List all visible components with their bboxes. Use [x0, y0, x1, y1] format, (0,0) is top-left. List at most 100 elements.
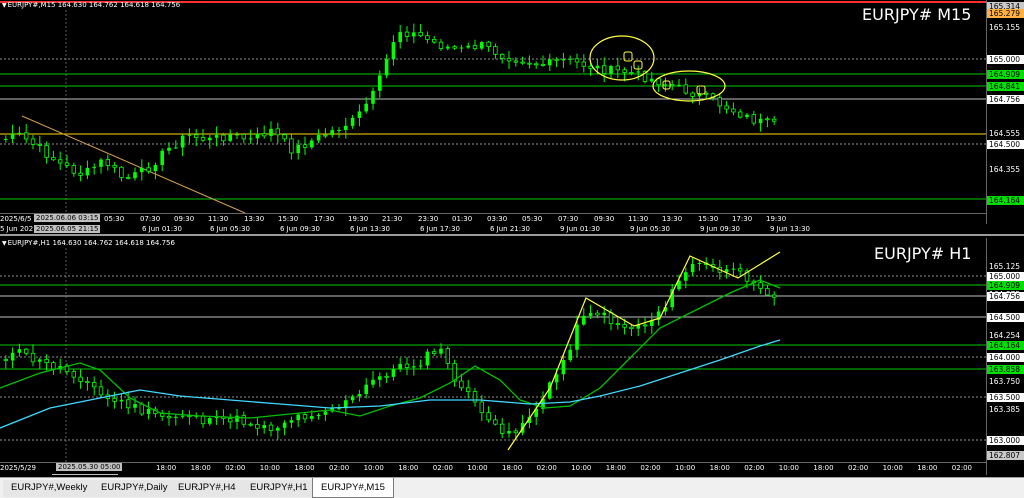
candle-body — [261, 133, 267, 137]
candle-body — [296, 144, 300, 153]
annotation-box — [623, 51, 633, 62]
candle-body — [357, 111, 362, 118]
candle-body — [139, 403, 144, 415]
candle-body — [296, 414, 300, 421]
candle-body — [465, 387, 471, 392]
chart-pane-m15[interactable]: ▼EURJPY#,M15 164.630 164.762 164.618 164… — [0, 0, 1024, 236]
candle-body — [540, 64, 546, 66]
price-level-label: 164.000 — [987, 353, 1024, 362]
time-tick-label: 07:30 — [140, 215, 161, 223]
time-tick-label: 05:30 — [104, 215, 125, 223]
time-scale[interactable]: 2025/5/29 18:00 2025.05.30 05:00 18:00 02:00… — [0, 462, 986, 475]
candle-body — [731, 268, 736, 270]
candle-body — [378, 376, 382, 380]
time-tick-label: 07:30 — [558, 215, 579, 223]
price-chart-m15[interactable] — [0, 0, 986, 224]
price-level-label: 165.155 — [989, 23, 1021, 32]
candle-body — [554, 58, 559, 61]
candle-body — [561, 59, 566, 61]
candle-body — [4, 138, 8, 140]
candle-body — [208, 137, 212, 141]
chart-ohlc-values: 164.630 164.762 164.618 164.756 — [52, 239, 175, 247]
price-level-label: 163.858 — [987, 365, 1024, 374]
time-tick-label: 2025.06.05 21:15 — [34, 225, 101, 233]
candle-body — [44, 359, 49, 364]
date-tick-label: 6 Jun 09:30 — [280, 225, 321, 233]
time-tick-label: 02:00 — [744, 464, 765, 472]
time-tick-label: 2025/6/5 — [0, 215, 32, 223]
candle-body — [140, 167, 144, 173]
collapse-triangle-icon[interactable]: ▼ — [2, 2, 7, 9]
candle-body — [174, 147, 178, 149]
price-scale[interactable]: 165.125165.000164.909164.875164.756164.5… — [986, 238, 1024, 475]
price-level-label: 163.750 — [989, 377, 1021, 386]
candle-body — [548, 59, 552, 66]
price-level-label: 165.000 — [987, 55, 1024, 64]
candle-body — [302, 414, 308, 420]
chart-ohlc-values: 164.630 164.762 164.618 164.756 — [57, 1, 181, 9]
moving-average-slow — [0, 339, 781, 429]
time-scale[interactable]: 2025/6/5 2025.06.06 03:15 2025.06.05 21:15… — [0, 213, 986, 234]
candle-body — [745, 114, 749, 118]
chart-pane-h1[interactable]: ▼EURJPY#,H1 164.630 164.762 164.618 164.… — [0, 238, 1024, 475]
chart-tab-eurjpy-daily[interactable]: EURJPY#,Daily — [93, 480, 177, 497]
candle-body — [493, 419, 498, 425]
candle-body — [17, 349, 22, 353]
candle-body — [92, 382, 97, 388]
time-tick-label: 23:30 — [418, 215, 439, 223]
chart-watermark: EURJPY# H1 — [874, 244, 972, 263]
candle-body — [418, 365, 423, 367]
candle-body — [717, 97, 722, 107]
candle-body — [133, 172, 137, 179]
candle-body — [193, 134, 199, 138]
price-level-label: 164.500 — [987, 140, 1024, 149]
candle-body — [364, 103, 368, 112]
candle-body — [506, 57, 512, 62]
chart-tab-eurjpy-weekly[interactable]: EURJPY#,Weekly — [3, 480, 97, 497]
chart-header-m15: ▼EURJPY#,M15 164.630 164.762 164.618 164… — [2, 1, 180, 9]
candle-body — [472, 45, 478, 49]
candle-body — [418, 32, 423, 37]
candle-body — [765, 118, 770, 121]
time-tick-label: 02:00 — [225, 464, 246, 472]
candle-body — [438, 41, 444, 49]
candle-body — [391, 368, 396, 377]
candle-body — [58, 159, 63, 164]
candle-body — [371, 379, 375, 385]
candle-body — [568, 349, 572, 361]
candle-body — [241, 415, 246, 425]
candle-body — [758, 282, 763, 289]
time-tick-label: 18:00 — [190, 464, 211, 472]
price-level-label: 164.164 — [987, 341, 1024, 350]
candle-body — [167, 147, 171, 151]
date-tick-label: 2025.05.29 23:00 — [52, 474, 119, 475]
candle-body — [452, 46, 457, 49]
candle-body — [364, 384, 368, 394]
time-tick-label: 10:00 — [571, 464, 592, 472]
price-level-label: 164.756 — [987, 292, 1024, 301]
candle-body — [751, 114, 756, 124]
candle-body — [78, 172, 83, 176]
collapse-triangle-icon[interactable]: ▼ — [2, 240, 7, 247]
candle-body — [10, 352, 15, 361]
candle-body — [575, 324, 579, 350]
candle-body — [235, 415, 239, 422]
candle-body — [153, 164, 158, 172]
candle-body — [323, 411, 328, 415]
date-tick-label: 6 Jun 01:30 — [142, 225, 183, 233]
chart-tab-eurjpy-m15[interactable]: EURJPY#,M15 — [312, 478, 394, 498]
chart-tab-eurjpy-h4[interactable]: EURJPY#,H4 — [170, 480, 245, 497]
candle-body — [595, 65, 600, 69]
price-scale[interactable]: 165.314 165.279 165.155 165.000 164.909 164.8… — [986, 0, 1024, 224]
time-tick-label: 19:30 — [766, 215, 787, 223]
time-tick-label: 11:30 — [208, 215, 229, 223]
time-tick-label: 18:00 — [294, 464, 315, 472]
time-tick-label: 10:00 — [675, 464, 696, 472]
price-chart-h1[interactable] — [0, 238, 986, 475]
candle-body — [235, 134, 239, 136]
date-tick-label: 9 Jun 01:30 — [560, 225, 601, 233]
candle-body — [738, 268, 743, 272]
chart-tab-eurjpy-h1[interactable]: EURJPY#,H1 — [242, 480, 317, 497]
candle-body — [404, 31, 410, 37]
candle-body — [507, 430, 511, 434]
